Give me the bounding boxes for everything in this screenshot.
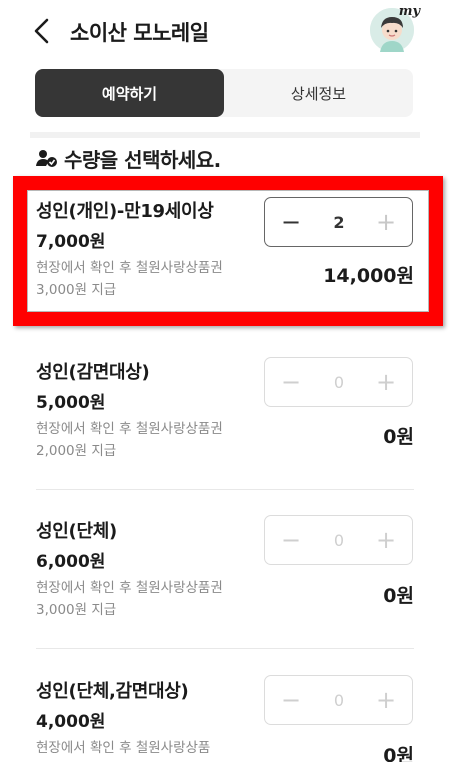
ticket-price: 6,000원 xyxy=(36,552,106,572)
quantity-value: 0 xyxy=(333,690,345,710)
quantity-stepper: − 0 + xyxy=(264,515,413,565)
ticket-description: 현장에서 확인 후 철원사랑상품권 2,000원 지급 xyxy=(36,421,223,459)
ticket-name: 성인(단체) xyxy=(36,521,117,542)
quantity-value: 0 xyxy=(333,372,345,392)
ticket-price: 7,000원 xyxy=(36,232,106,252)
ticket-item: 성인(단체,감면대상) 4,000원 현장에서 확인 후 철원사랑상품 − 0 … xyxy=(36,675,414,762)
item-divider xyxy=(36,489,414,490)
ticket-total: 0원 xyxy=(383,585,414,607)
ticket-description: 현장에서 확인 후 철원사랑상품권 3,000원 지급 xyxy=(36,260,223,298)
ticket-description: 현장에서 확인 후 철원사랑상품 xyxy=(36,740,211,756)
increase-button[interactable]: + xyxy=(362,676,410,724)
increase-button[interactable]: + xyxy=(362,358,410,406)
decrease-button[interactable]: − xyxy=(267,198,315,246)
tab-bar: 예약하기 상세정보 xyxy=(35,69,413,117)
quantity-value: 2 xyxy=(333,212,345,232)
ticket-item: 성인(개인)-만19세이상 7,000원 현장에서 확인 후 철원사랑상품권 3… xyxy=(36,197,414,307)
ticket-name: 성인(감면대상) xyxy=(36,362,150,383)
person-check-icon xyxy=(36,150,57,167)
quantity-stepper: − 2 + xyxy=(264,197,413,247)
section-heading-text: 수량을 선택하세요. xyxy=(64,147,221,172)
increase-button[interactable]: + xyxy=(362,516,410,564)
ticket-total: 14,000원 xyxy=(323,265,414,287)
decrease-button[interactable]: − xyxy=(267,358,315,406)
item-divider xyxy=(36,648,414,649)
ticket-price: 4,000원 xyxy=(36,712,106,732)
decrease-button[interactable]: − xyxy=(267,516,315,564)
ticket-total: 0원 xyxy=(383,426,414,448)
quantity-stepper: − 0 + xyxy=(264,357,413,407)
decrease-button[interactable]: − xyxy=(267,676,315,724)
ticket-total: 0원 xyxy=(383,745,414,762)
ticket-description: 현장에서 확인 후 철원사랑상품권 3,000원 지급 xyxy=(36,580,223,618)
app-header: 소이산 모노레일 my xyxy=(0,0,450,64)
section-separator xyxy=(30,132,420,138)
back-button[interactable] xyxy=(26,14,56,48)
ticket-item: 성인(감면대상) 5,000원 현장에서 확인 후 철원사랑상품권 2,000원… xyxy=(36,357,414,468)
page-title: 소이산 모노레일 xyxy=(70,21,209,45)
ticket-name: 성인(개인)-만19세이상 xyxy=(36,201,214,222)
tab-details[interactable]: 상세정보 xyxy=(224,69,413,117)
section-heading: 수량을 선택하세요. xyxy=(36,145,221,172)
avatar[interactable]: my xyxy=(370,4,420,52)
ticket-item: 성인(단체) 6,000원 현장에서 확인 후 철원사랑상품권 3,000원 지… xyxy=(36,515,414,627)
tab-reservation[interactable]: 예약하기 xyxy=(35,69,224,117)
chevron-left-icon xyxy=(34,18,49,44)
quantity-value: 0 xyxy=(333,530,345,550)
ticket-price: 5,000원 xyxy=(36,393,106,413)
increase-button[interactable]: + xyxy=(362,198,410,246)
ticket-name: 성인(단체,감면대상) xyxy=(36,681,189,702)
quantity-stepper: − 0 + xyxy=(264,675,413,725)
avatar-my-label: my xyxy=(398,4,420,19)
